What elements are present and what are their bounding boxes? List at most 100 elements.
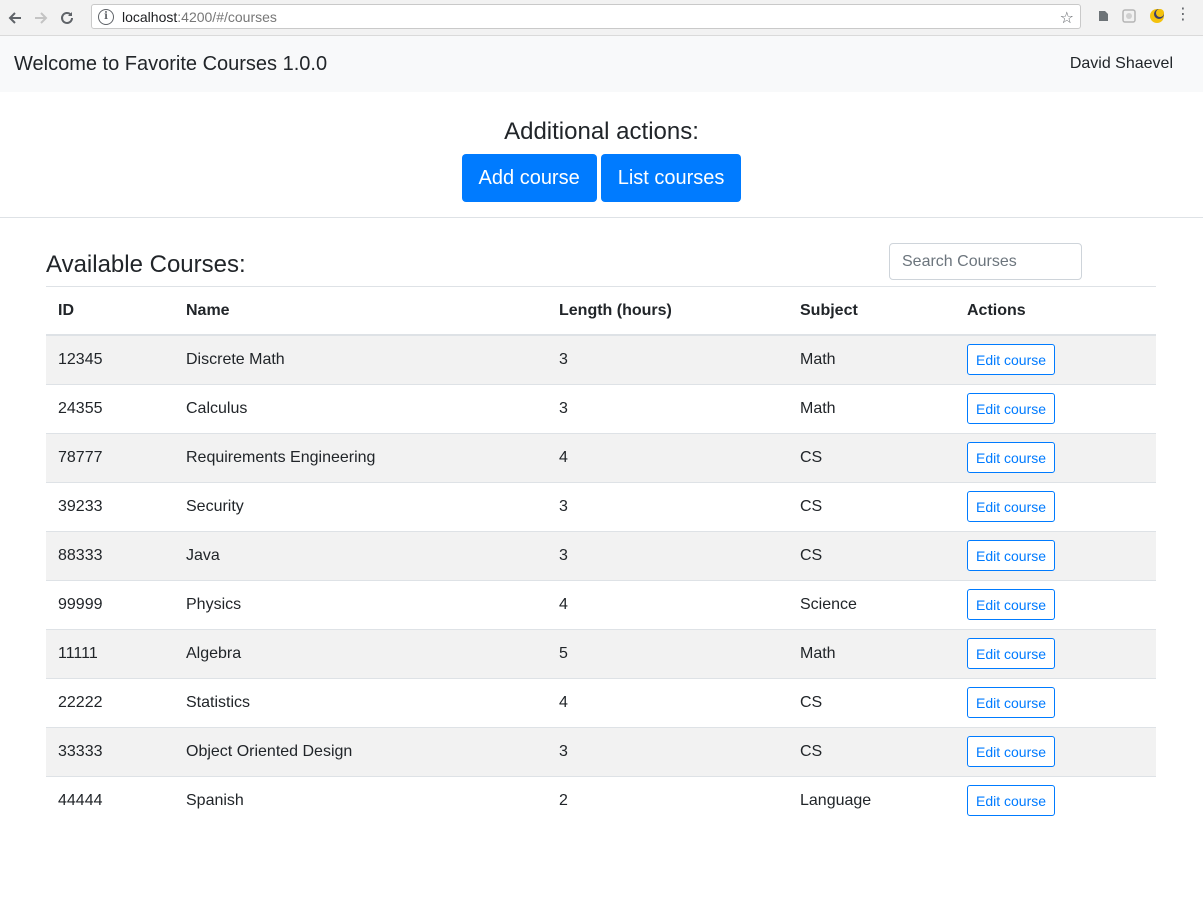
course-name-cell: Discrete Math [174, 334, 547, 384]
night-mode-extension-icon[interactable] [1149, 8, 1165, 24]
course-subject-cell: CS [788, 726, 955, 776]
extension-icon[interactable] [1121, 8, 1137, 24]
evernote-extension-icon[interactable] [1095, 8, 1111, 24]
course-length-cell: 2 [547, 775, 788, 825]
course-id-cell: 22222 [46, 677, 174, 727]
course-subject-cell: CS [788, 432, 955, 482]
table-header-row: ID Name Length (hours) Subject Actions [46, 287, 1156, 336]
edit-course-button[interactable]: Edit course [967, 442, 1056, 473]
course-subject-cell: CS [788, 481, 955, 531]
url-path: :4200/#/courses [177, 8, 277, 25]
course-actions-cell: Edit course [955, 432, 1156, 482]
additional-actions-section: Additional actions: Add course List cour… [0, 92, 1203, 218]
course-subject-cell: Math [788, 334, 955, 384]
course-actions-cell: Edit course [955, 775, 1156, 825]
course-name-cell: Calculus [174, 383, 547, 433]
courses-header: Available Courses: [46, 218, 1156, 287]
table-row: 39233 Security 3 CS Edit course [46, 481, 1156, 531]
edit-course-button[interactable]: Edit course [967, 785, 1056, 817]
edit-course-button[interactable]: Edit course [967, 589, 1056, 620]
table-row: 12345 Discrete Math 3 Math Edit course [46, 334, 1156, 384]
table-row: 33333 Object Oriented Design 3 CS Edit cours… [46, 726, 1156, 776]
course-id-cell: 12345 [46, 334, 174, 384]
course-length-cell: 3 [547, 383, 788, 433]
actions-button-row: Add course List courses [0, 154, 1203, 202]
course-id-cell: 11111 [46, 628, 174, 678]
course-name-cell: Requirements Engineering [174, 432, 547, 482]
info-icon[interactable]: i [98, 8, 114, 25]
course-length-cell: 3 [547, 530, 788, 580]
list-courses-button[interactable]: List courses [600, 154, 742, 202]
course-id-cell: 88333 [46, 530, 174, 580]
courses-section: Available Courses: ID Name Length (hours… [46, 218, 1156, 825]
additional-actions-title: Additional actions: [504, 118, 699, 145]
course-name-cell: Physics [174, 579, 547, 629]
course-id-cell: 78777 [46, 432, 174, 482]
courses-table: ID Name Length (hours) Subject Actions 1… [46, 287, 1156, 825]
course-subject-cell: CS [788, 530, 955, 580]
course-length-cell: 3 [547, 481, 788, 531]
course-length-cell: 3 [547, 334, 788, 384]
course-actions-cell: Edit course [955, 481, 1156, 531]
course-length-cell: 4 [547, 432, 788, 482]
table-row: 78777 Requirements Engineering 4 CS Edit cou… [46, 432, 1156, 482]
course-actions-cell: Edit course [955, 677, 1156, 727]
courses-table-body: 12345 Discrete Math 3 Math Edit course 24355 C… [46, 334, 1156, 825]
course-length-cell: 4 [547, 579, 788, 629]
course-name-cell: Algebra [174, 628, 547, 678]
edit-course-button[interactable]: Edit course [967, 540, 1056, 571]
app-navbar: Welcome to Favorite Courses 1.0.0 David … [0, 36, 1203, 92]
browser-menu-icon[interactable]: ⋮ [1175, 7, 1191, 23]
browser-toolbar: i localhost:4200/#/courses ☆ ⋮ [0, 0, 1203, 36]
forward-icon[interactable] [30, 7, 52, 29]
table-row: 44444 Spanish 2 Language Edit course [46, 775, 1156, 825]
user-name: David Shaevel [1069, 55, 1173, 72]
course-name-cell: Security [174, 481, 547, 531]
course-name-cell: Object Oriented Design [174, 726, 547, 776]
url-host: localhost [122, 8, 178, 25]
course-length-cell: 3 [547, 726, 788, 776]
bookmark-star-icon[interactable]: ☆ [1060, 8, 1074, 28]
table-row: 88333 Java 3 CS Edit course [46, 530, 1156, 580]
column-header-actions: Actions [955, 287, 1156, 336]
edit-course-button[interactable]: Edit course [967, 736, 1056, 767]
course-id-cell: 99999 [46, 579, 174, 629]
column-header-length: Length (hours) [547, 287, 788, 336]
course-actions-cell: Edit course [955, 726, 1156, 776]
course-subject-cell: Language [788, 775, 955, 825]
edit-course-button[interactable]: Edit course [967, 491, 1056, 522]
course-subject-cell: Science [788, 579, 955, 629]
address-bar[interactable]: i localhost:4200/#/courses ☆ [91, 4, 1081, 29]
column-header-name: Name [174, 287, 547, 336]
course-id-cell: 44444 [46, 775, 174, 825]
column-header-subject: Subject [788, 287, 955, 336]
search-courses-input[interactable] [889, 243, 1082, 280]
course-length-cell: 4 [547, 677, 788, 727]
table-row: 11111 Algebra 5 Math Edit course [46, 628, 1156, 678]
courses-title: Available Courses: [46, 251, 246, 278]
edit-course-button[interactable]: Edit course [967, 638, 1056, 669]
course-id-cell: 24355 [46, 383, 174, 433]
course-subject-cell: CS [788, 677, 955, 727]
app-brand[interactable]: Welcome to Favorite Courses 1.0.0 [14, 53, 327, 76]
course-id-cell: 33333 [46, 726, 174, 776]
url-text: localhost:4200/#/courses [122, 9, 277, 25]
course-actions-cell: Edit course [955, 628, 1156, 678]
back-icon[interactable] [4, 7, 26, 29]
reload-icon[interactable] [56, 7, 78, 29]
table-row: 22222 Statistics 4 CS Edit course [46, 677, 1156, 727]
course-subject-cell: Math [788, 383, 955, 433]
edit-course-button[interactable]: Edit course [967, 344, 1056, 376]
edit-course-button[interactable]: Edit course [967, 393, 1056, 424]
add-course-button[interactable]: Add course [461, 154, 597, 202]
course-actions-cell: Edit course [955, 383, 1156, 433]
course-actions-cell: Edit course [955, 334, 1156, 384]
course-name-cell: Spanish [174, 775, 547, 825]
table-row: 24355 Calculus 3 Math Edit course [46, 383, 1156, 433]
table-row: 99999 Physics 4 Science Edit course [46, 579, 1156, 629]
course-actions-cell: Edit course [955, 530, 1156, 580]
course-length-cell: 5 [547, 628, 788, 678]
course-actions-cell: Edit course [955, 579, 1156, 629]
edit-course-button[interactable]: Edit course [967, 687, 1056, 718]
column-header-id: ID [46, 287, 174, 336]
